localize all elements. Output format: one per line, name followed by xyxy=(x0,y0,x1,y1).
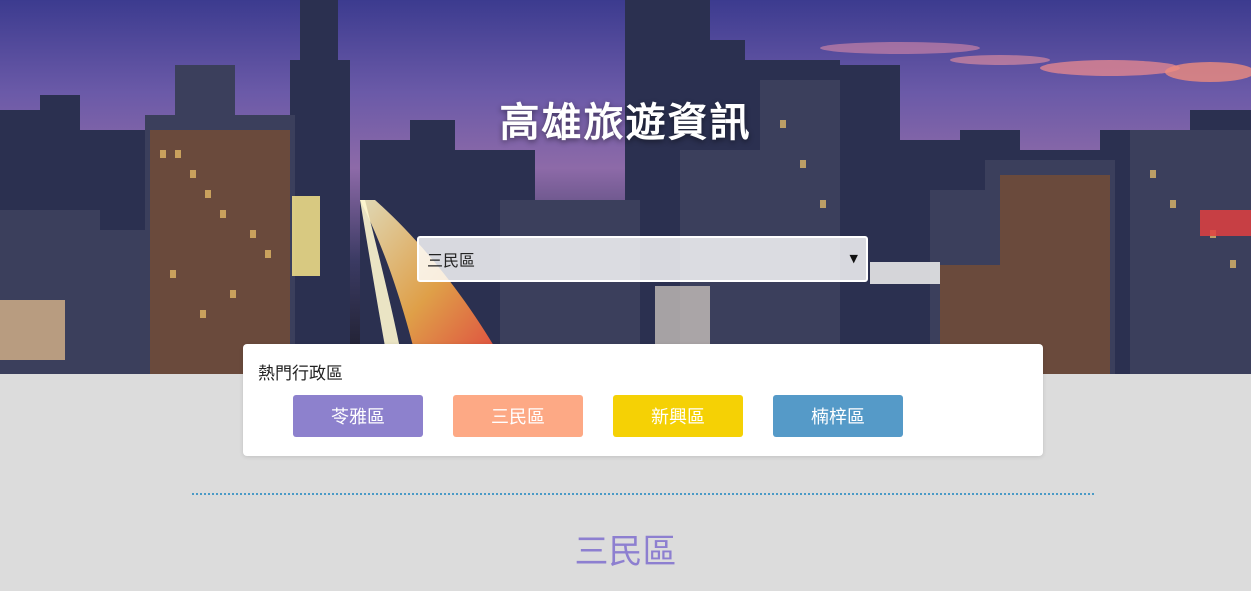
page: 高雄旅遊資訊 三民區 ▼ 熱門行政區 苓雅區 三民區 新興區 楠梓區 三民區 xyxy=(0,0,1251,591)
chevron-down-icon: ▼ xyxy=(849,252,858,265)
section-divider xyxy=(192,493,1094,495)
district-button-label: 新興區 xyxy=(651,407,705,428)
district-button-sanmin[interactable]: 三民區 xyxy=(453,395,583,437)
district-select-value: 三民區 xyxy=(427,251,476,270)
district-button-xinxing[interactable]: 新興區 xyxy=(613,395,743,437)
district-select[interactable]: 三民區 ▼ xyxy=(417,236,868,282)
district-button-nanzi[interactable]: 楠梓區 xyxy=(773,395,903,437)
popular-districts-title: 熱門行政區 xyxy=(258,364,343,384)
popular-districts-card: 熱門行政區 苓雅區 三民區 新興區 楠梓區 xyxy=(243,344,1043,456)
district-button-label: 楠梓區 xyxy=(811,407,865,428)
page-title: 高雄旅遊資訊 xyxy=(499,99,752,146)
current-district-heading: 三民區 xyxy=(574,532,677,572)
city-skyline-image xyxy=(0,0,1251,374)
district-button-label: 三民區 xyxy=(491,407,545,428)
hero-banner: 高雄旅遊資訊 三民區 ▼ xyxy=(0,0,1251,374)
district-button-lingya[interactable]: 苓雅區 xyxy=(293,395,423,437)
district-button-label: 苓雅區 xyxy=(331,407,385,428)
